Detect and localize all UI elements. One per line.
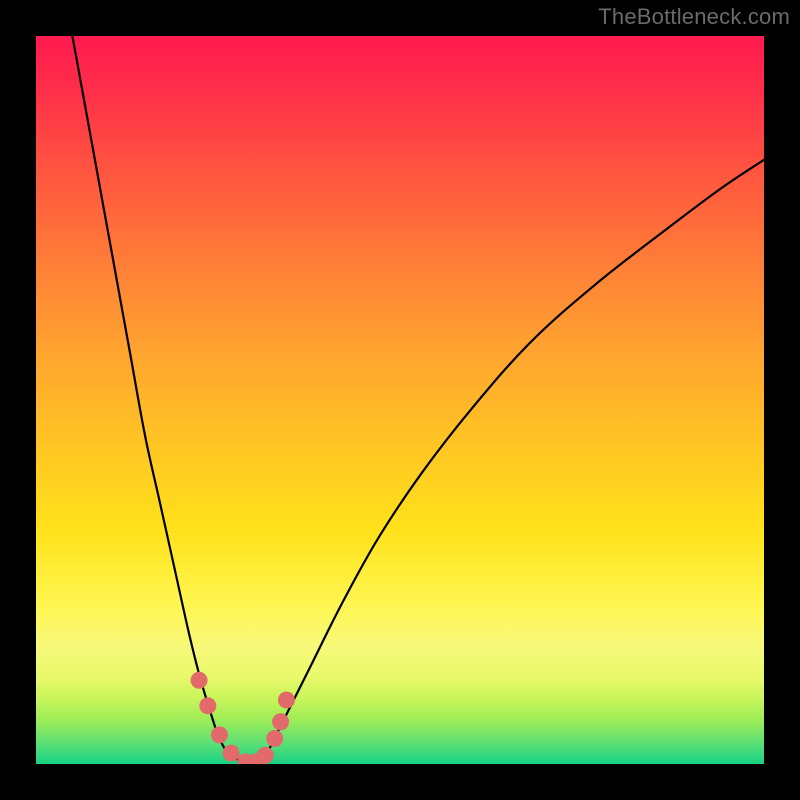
marker-dot: [272, 713, 289, 730]
curve-layer: [36, 36, 764, 764]
marker-dot: [278, 691, 295, 708]
marker-dot: [199, 697, 216, 714]
bottleneck-curve-right: [254, 160, 764, 764]
marker-dot: [257, 747, 274, 764]
bottleneck-curve-left: [72, 36, 254, 764]
plot-area: [36, 36, 764, 764]
marker-dot: [191, 672, 208, 689]
marker-group: [191, 672, 295, 764]
marker-dot: [223, 745, 240, 762]
chart-frame: TheBottleneck.com: [0, 0, 800, 800]
watermark-text: TheBottleneck.com: [598, 4, 790, 30]
marker-dot: [211, 726, 228, 743]
marker-dot: [266, 730, 283, 747]
